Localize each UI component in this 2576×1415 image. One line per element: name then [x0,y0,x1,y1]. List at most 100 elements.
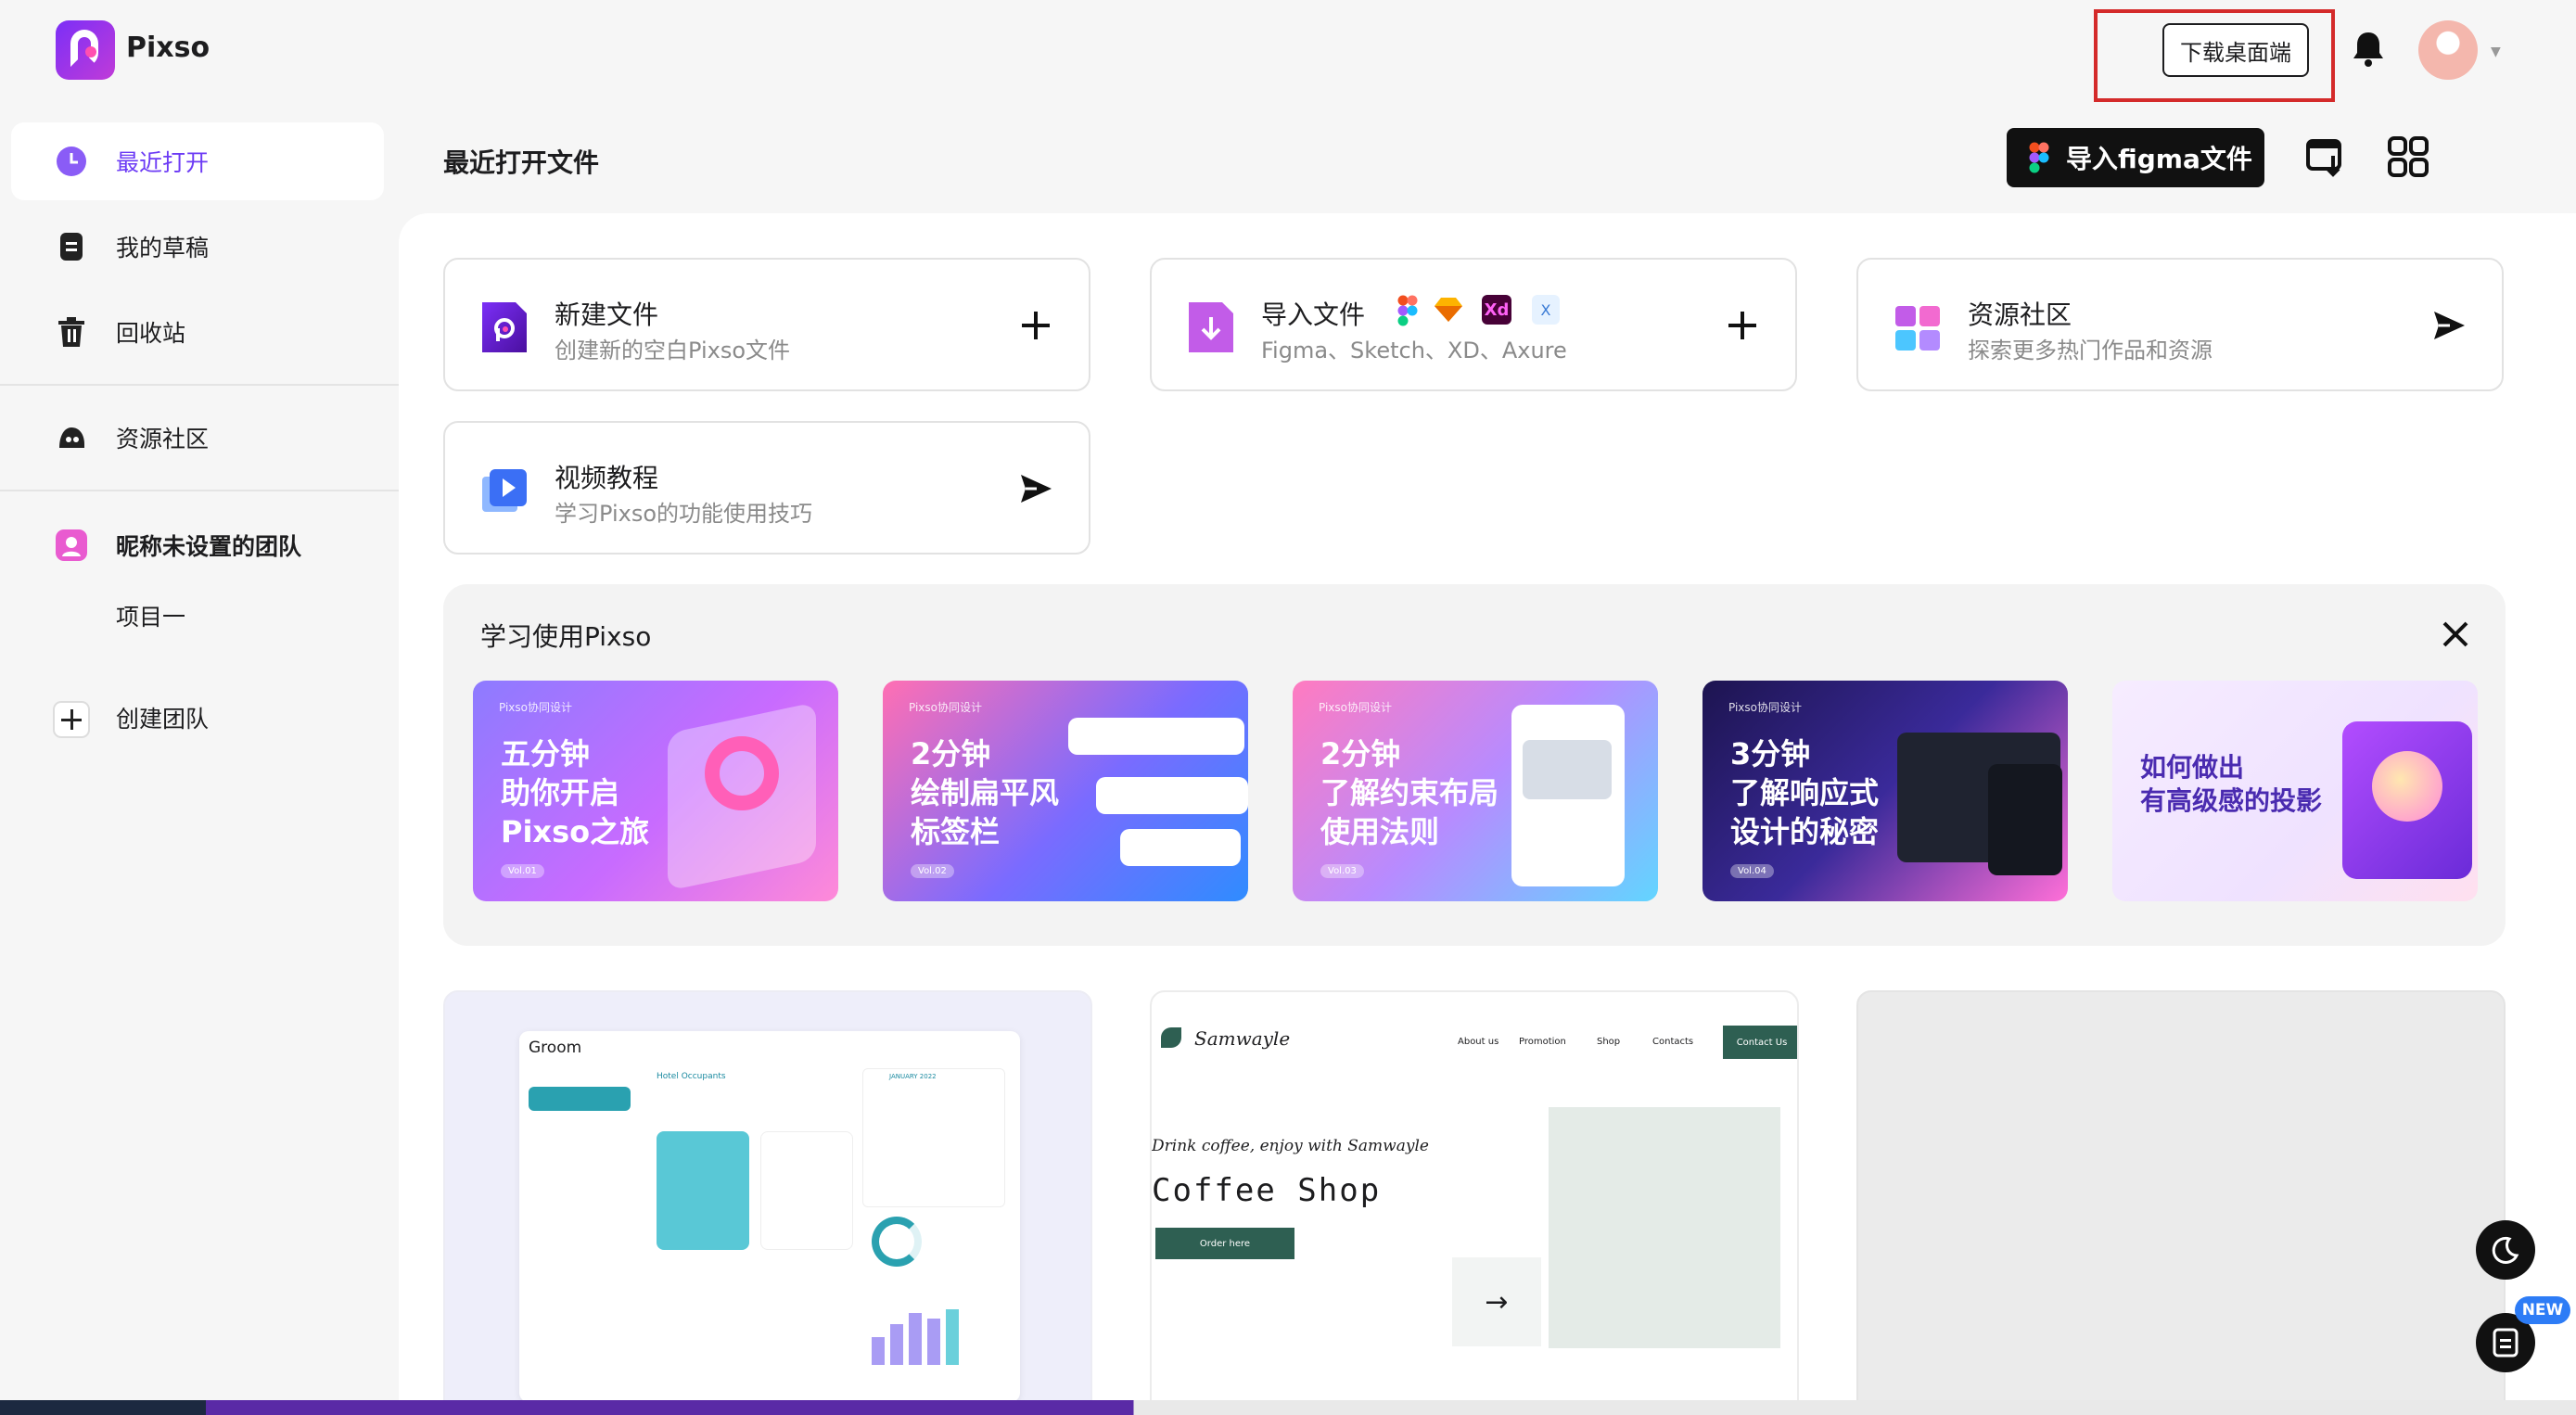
leaf-icon [1161,1027,1181,1048]
app-name: Pixso [126,32,210,64]
tutorial-card[interactable]: Pixso协同设计 2分钟 绘制扁平风 标签栏 Vol.02 [883,681,1248,901]
figma-icon [1397,295,1418,326]
plus-icon[interactable] [1018,308,1053,343]
download-desktop-button[interactable]: 下载桌面端 [2162,23,2309,77]
card-title: 资源社区 [1968,300,2072,330]
tutorial-brand: Pixso协同设计 [909,701,983,714]
decorative-illustration [705,736,779,810]
new-file-card[interactable]: 新建文件 创建新的空白Pixso文件 [443,258,1090,391]
tutorial-vol: Vol.04 [1730,864,1774,878]
decorative-bar [909,1313,922,1365]
file-thumbnail[interactable]: Samwayle About us Promotion Shop Contact… [1150,990,1799,1415]
groom-app-name: Groom [529,1039,582,1057]
video-tutorial-card[interactable]: 视频教程 学习Pixso的功能使用技巧 [443,421,1090,555]
sidebar-item-drafts[interactable]: 我的草稿 [11,208,384,286]
tutorial-title: 如何做出 有高级感的投影 [2140,752,2323,816]
hotel-occupants-heading: Hotel Occupants [657,1072,726,1081]
thumbnail-preview: Groom Hotel Occupants JANUARY 2022 [519,1031,1020,1402]
file-thumbnail[interactable]: Groom Hotel Occupants JANUARY 2022 [443,990,1092,1415]
import-figma-button[interactable]: 导入figma文件 [2007,128,2264,187]
import-file-icon [1189,302,1233,352]
bell-icon[interactable] [2352,30,2385,67]
plus-icon [53,701,90,738]
decorative-tabbar [1120,829,1241,866]
background-strip [0,1400,2576,1415]
grid-view-icon[interactable] [2387,135,2429,178]
sidebar-item-trash[interactable]: 回收站 [11,293,384,371]
decorative-bar [946,1309,959,1365]
theme-toggle-button[interactable] [2476,1220,2535,1280]
sidebar-team[interactable]: 昵称未设置的团队 [11,506,384,584]
xd-icon: Xd [1482,295,1511,325]
page-title: 最近打开文件 [443,147,600,178]
card-subtitle: 探索更多热门作品和资源 [1968,338,2213,363]
sidebar-divider [0,490,399,491]
decorative-tabbar [1068,718,1244,755]
sidebar-item-label: 资源社区 [116,426,210,453]
chevron-down-icon[interactable]: ▼ [2491,45,2501,59]
calendar-month: JANUARY 2022 [889,1073,937,1080]
tagline: Drink coffee, enjoy with Samwayle [1152,1137,1429,1155]
sidebar-item-community[interactable]: 资源社区 [11,399,384,477]
decorative-bar [872,1337,885,1365]
contact-button: Contact Us [1723,1026,1797,1059]
send-icon[interactable] [2431,308,2467,343]
community-card[interactable]: 资源社区 探索更多热门作品和资源 [1856,258,2504,391]
headline: Coffee Shop [1152,1172,1382,1209]
pixso-logo-icon[interactable] [56,20,115,80]
figma-icon [2029,142,2049,173]
nav-link: Contacts [1652,1037,1694,1047]
document-icon [2493,1328,2519,1358]
plus-icon[interactable] [1725,308,1760,343]
card-title: 视频教程 [555,463,659,493]
sidebar-item-label: 回收站 [116,320,186,347]
tutorial-card[interactable]: Pixso协同设计 五分钟 助你开启 Pixso之旅 Vol.01 [473,681,838,901]
tutorial-brand: Pixso协同设计 [499,701,573,714]
avatar[interactable] [2418,20,2478,80]
nav-link: About us [1458,1037,1499,1047]
learn-title: 学习使用Pixso [480,621,652,652]
nav-link: Shop [1597,1037,1621,1047]
sort-icon[interactable] [2305,135,2348,178]
video-icon [482,469,527,512]
sidebar-item-label: 最近打开 [116,149,210,176]
decorative-nav-active [529,1087,631,1111]
file-thumbnail[interactable] [1856,990,2506,1415]
card-title: 导入文件 [1261,300,1366,330]
draft-icon [60,233,83,261]
send-icon[interactable] [1018,471,1053,506]
tutorial-card[interactable]: 如何做出 有高级感的投影 [2112,681,2478,901]
tutorial-title: 2分钟 绘制扁平风 标签栏 [911,736,1060,849]
arrow-icon: → [1452,1257,1541,1346]
image-placeholder [1549,1107,1780,1348]
sidebar-project[interactable]: 项目一 [116,599,185,632]
decorative-card [657,1131,749,1250]
tutorial-card[interactable]: Pixso协同设计 2分钟 了解约束布局 使用法则 Vol.03 [1293,681,1658,901]
tutorial-brand: Pixso协同设计 [1319,701,1393,714]
decorative-panel [1988,764,2062,875]
nav-link: Promotion [1519,1037,1566,1047]
decorative-card [760,1131,853,1250]
import-figma-label: 导入figma文件 [2066,144,2252,174]
sidebar-item-recent[interactable]: 最近打开 [11,122,384,200]
team-icon [56,529,87,561]
card-subtitle: Figma、Sketch、XD、Axure [1261,338,1567,363]
new-badge: NEW [2515,1296,2570,1324]
close-icon[interactable] [2439,618,2472,651]
card-subtitle: 学习Pixso的功能使用技巧 [555,501,813,527]
tutorial-vol: Vol.03 [1320,864,1364,878]
decorative-calendar: JANUARY 2022 [862,1068,1005,1207]
sidebar-divider [0,384,399,386]
import-file-card[interactable]: 导入文件 Figma、Sketch、XD、Axure Xd X [1150,258,1797,391]
decorative-image [1523,740,1612,799]
card-subtitle: 创建新的空白Pixso文件 [555,338,791,363]
create-team-button[interactable]: 创建团队 [11,679,384,757]
clock-icon [57,147,86,176]
brand-name: Samwayle [1194,1027,1291,1050]
tutorial-card[interactable]: Pixso协同设计 3分钟 了解响应式 设计的秘密 Vol.04 [1702,681,2068,901]
tutorial-vol: Vol.01 [501,864,544,878]
tutorial-title: 2分钟 了解约束布局 使用法则 [1320,736,1499,849]
pixso-file-icon [482,302,527,352]
card-title: 新建文件 [555,300,659,330]
decorative-bar [927,1319,940,1365]
